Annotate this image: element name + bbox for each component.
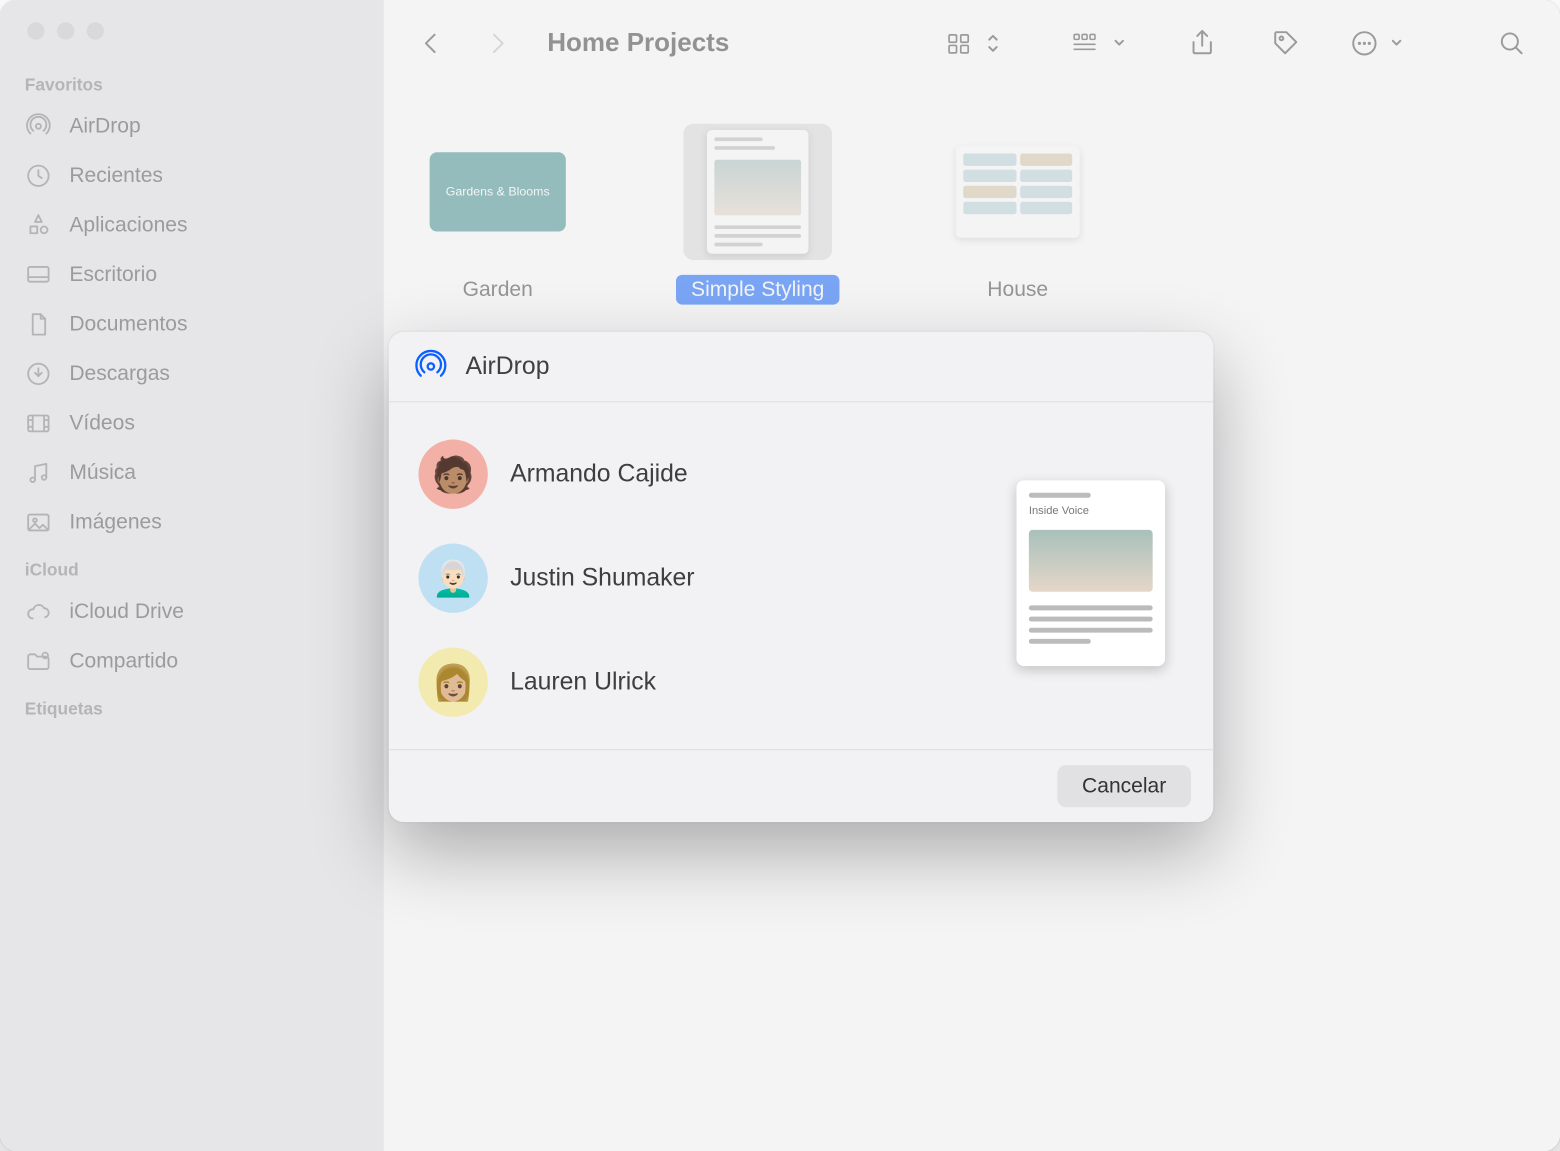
sidebar-item-desktop[interactable]: Escritorio xyxy=(0,250,384,300)
sidebar-item-label: Descargas xyxy=(69,362,170,387)
sidebar-item-label: AirDrop xyxy=(69,114,140,139)
applications-icon xyxy=(25,212,52,239)
file-name: Simple Styling xyxy=(676,275,839,305)
file-name: Garden xyxy=(448,275,548,305)
avatar: 🧑🏽 xyxy=(418,440,487,509)
file-thumbnail xyxy=(683,124,832,260)
minimize-icon[interactable] xyxy=(57,22,74,39)
search-button[interactable] xyxy=(1491,22,1533,64)
downloads-icon xyxy=(25,360,52,387)
share-button[interactable] xyxy=(1181,22,1223,64)
video-icon xyxy=(25,410,52,437)
pictures-icon xyxy=(25,509,52,536)
close-icon[interactable] xyxy=(27,22,44,39)
modal-title: AirDrop xyxy=(466,352,550,380)
recipient-lauren[interactable]: 👩🏼 Lauren Ulrick xyxy=(418,648,997,717)
sidebar-section-favorites: Favoritos xyxy=(0,62,384,102)
recipient-justin[interactable]: 👨🏻‍🦳 Justin Shumaker xyxy=(418,544,997,613)
modal-header: AirDrop xyxy=(389,332,1214,403)
preview-document: Inside Voice xyxy=(1016,480,1165,666)
document-icon xyxy=(25,311,52,338)
thumbnail-image xyxy=(707,130,809,254)
sidebar-item-label: Compartido xyxy=(69,649,178,674)
file-name: House xyxy=(972,275,1063,305)
modal-footer: Cancelar xyxy=(389,749,1214,822)
sidebar-item-label: Escritorio xyxy=(69,262,157,287)
sidebar-item-label: Imágenes xyxy=(69,510,161,535)
sidebar-item-videos[interactable]: Vídeos xyxy=(0,399,384,449)
airdrop-icon xyxy=(25,113,52,140)
thumbnail-image xyxy=(956,146,1080,238)
sidebar-section-icloud: iCloud xyxy=(0,547,384,587)
clock-icon xyxy=(25,162,52,189)
sidebar-item-label: Documentos xyxy=(69,312,187,337)
thumbnail-image: Gardens & Blooms xyxy=(430,152,566,231)
airdrop-icon xyxy=(414,349,449,384)
file-thumbnail: Gardens & Blooms xyxy=(423,124,572,260)
toolbar: Home Projects xyxy=(384,0,1560,87)
sidebar-item-music[interactable]: Música xyxy=(0,448,384,498)
recipient-list: 🧑🏽 Armando Cajide 👨🏻‍🦳 Justin Shumaker 👩… xyxy=(418,430,997,717)
sidebar-item-recents[interactable]: Recientes xyxy=(0,151,384,201)
sidebar-item-downloads[interactable]: Descargas xyxy=(0,349,384,399)
airdrop-modal: AirDrop 🧑🏽 Armando Cajide 👨🏻‍🦳 Justin Sh… xyxy=(389,332,1214,822)
actions-button[interactable] xyxy=(1350,22,1412,64)
window-title: Home Projects xyxy=(547,28,729,58)
sidebar-section-tags: Etiquetas xyxy=(0,686,384,726)
back-button[interactable] xyxy=(411,22,453,64)
file-thumbnail xyxy=(943,124,1092,260)
sidebar-item-label: Recientes xyxy=(69,163,163,188)
sidebar-item-shared[interactable]: Compartido xyxy=(0,636,384,686)
window-controls xyxy=(0,17,384,62)
preview-title: Inside Voice xyxy=(1029,504,1116,516)
sidebar-item-pictures[interactable]: Imágenes xyxy=(0,498,384,548)
recipient-name: Armando Cajide xyxy=(510,460,688,488)
finder-window: Favoritos AirDrop Recientes Aplicaciones… xyxy=(0,0,1560,1151)
sidebar-item-documents[interactable]: Documentos xyxy=(0,300,384,350)
sidebar-item-airdrop[interactable]: AirDrop xyxy=(0,102,384,152)
group-by-button[interactable] xyxy=(1067,22,1139,64)
sidebar: Favoritos AirDrop Recientes Aplicaciones… xyxy=(0,0,384,1151)
avatar: 👨🏻‍🦳 xyxy=(418,544,487,613)
avatar: 👩🏼 xyxy=(418,648,487,717)
tags-button[interactable] xyxy=(1265,22,1307,64)
recipient-name: Justin Shumaker xyxy=(510,564,694,592)
recipient-armando[interactable]: 🧑🏽 Armando Cajide xyxy=(418,440,997,509)
share-preview: Inside Voice xyxy=(998,430,1184,717)
sidebar-item-icloud-drive[interactable]: iCloud Drive xyxy=(0,587,384,637)
sidebar-item-label: Música xyxy=(69,461,136,486)
shared-folder-icon xyxy=(25,648,52,675)
sidebar-item-label: Vídeos xyxy=(69,411,135,436)
music-icon xyxy=(25,459,52,486)
cloud-icon xyxy=(25,598,52,625)
view-mode-button[interactable] xyxy=(946,22,1008,64)
cancel-button[interactable]: Cancelar xyxy=(1057,765,1191,807)
recipient-name: Lauren Ulrick xyxy=(510,668,656,696)
sidebar-item-label: Aplicaciones xyxy=(69,213,187,238)
thumbnail-text: Gardens & Blooms xyxy=(446,185,550,199)
forward-button[interactable] xyxy=(475,22,517,64)
desktop-icon xyxy=(25,261,52,288)
sidebar-item-label: iCloud Drive xyxy=(69,599,184,624)
zoom-icon[interactable] xyxy=(87,22,104,39)
modal-body: 🧑🏽 Armando Cajide 👨🏻‍🦳 Justin Shumaker 👩… xyxy=(389,402,1214,749)
sidebar-item-applications[interactable]: Aplicaciones xyxy=(0,201,384,251)
